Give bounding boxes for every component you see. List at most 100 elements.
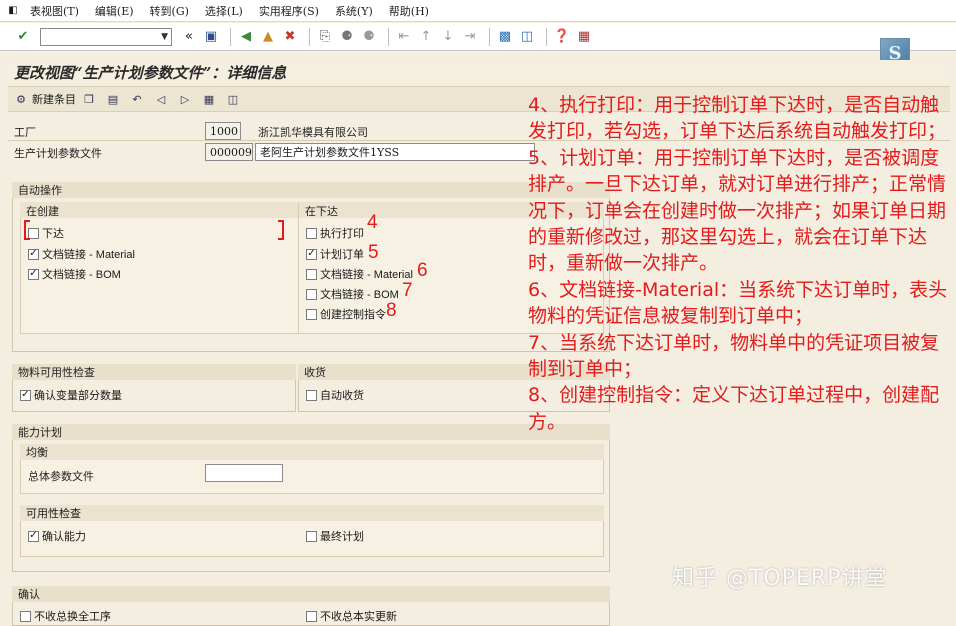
- doc-link-material-create-box[interactable]: ✓: [28, 248, 39, 260]
- doc-link-material-release-box[interactable]: [306, 268, 317, 280]
- dropdown-icon[interactable]: ▼: [161, 32, 168, 42]
- watermark: 知乎 @TOPERP讲堂: [672, 566, 888, 591]
- auto-operations-title: 自动操作: [12, 182, 610, 198]
- next-page-icon[interactable]: ↓: [439, 28, 457, 46]
- profile-description-field[interactable]: 老阿生产计划参数文件1YSS: [255, 143, 535, 161]
- confirm-variable-qty-label: 确认变量部分数量: [34, 389, 122, 402]
- system-menu-icon[interactable]: ◧: [6, 5, 20, 17]
- availability-check-title: 可用性检查: [20, 505, 604, 521]
- confirm-capacity-checkbox[interactable]: ✓ 确认能力: [28, 528, 86, 544]
- finite-scheduling-checkbox[interactable]: 最终计划: [306, 528, 364, 544]
- finite-scheduling-label: 最终计划: [320, 530, 364, 543]
- finite-scheduling-box[interactable]: [306, 530, 317, 542]
- schedule-order-box[interactable]: ✓: [306, 248, 317, 260]
- highlight-bracket-left: [24, 220, 30, 240]
- print-on-release-checkbox[interactable]: 执行打印: [306, 225, 364, 241]
- confirm-capacity-box[interactable]: ✓: [28, 530, 39, 542]
- cancel-icon[interactable]: ✖: [281, 28, 299, 46]
- check-icon[interactable]: ✔: [14, 28, 32, 46]
- confirmation-option-1-box[interactable]: [20, 610, 31, 622]
- release-label: 下达: [42, 227, 64, 240]
- prev-page-icon[interactable]: ↑: [417, 28, 435, 46]
- menu-edit[interactable]: 编辑(E): [95, 3, 134, 19]
- confirmation-option-1-checkbox[interactable]: 不收总换全工序: [20, 608, 111, 624]
- confirm-variable-qty-box[interactable]: ✓: [20, 389, 31, 401]
- select-all-button[interactable]: ▦: [202, 90, 220, 108]
- menu-system[interactable]: 系统(Y): [335, 3, 373, 19]
- last-page-icon[interactable]: ⇥: [461, 28, 479, 46]
- profile-field[interactable]: 000009: [205, 143, 253, 161]
- shortcut-icon[interactable]: ◫: [518, 28, 536, 46]
- previous-entry-button[interactable]: ◁: [154, 90, 172, 108]
- menu-utilities[interactable]: 实用程序(S): [259, 3, 319, 19]
- toolbar-separator: [388, 27, 389, 46]
- plant-label: 工厂: [14, 126, 36, 139]
- new-entry-button[interactable]: ⚙ 新建条目: [14, 90, 76, 108]
- delete-icon: ▤: [107, 92, 119, 106]
- menu-help[interactable]: 帮助(H): [389, 3, 429, 19]
- confirmation-option-2-checkbox[interactable]: 不收总本实更新: [306, 608, 397, 624]
- annotation-6: 6、文档链接-Material：当系统下达订单时，表头物料的凭证信息被复制到订单…: [528, 278, 948, 328]
- create-control-recipe-label: 创建控制指令: [320, 308, 386, 321]
- back-icon[interactable]: ◀: [237, 28, 255, 46]
- delete-button[interactable]: ▤: [106, 90, 124, 108]
- column-divider: [298, 202, 299, 334]
- overall-profile-input[interactable]: [205, 464, 283, 482]
- doc-link-bom-create-box[interactable]: ✓: [28, 268, 39, 280]
- availability-title: 物料可用性检查: [12, 364, 296, 380]
- command-field[interactable]: ▼: [40, 27, 172, 46]
- help-icon[interactable]: ❓: [553, 28, 571, 46]
- new-session-icon[interactable]: ▩: [496, 28, 514, 46]
- back-double-icon[interactable]: «: [180, 28, 198, 46]
- annotation-panel: 4、执行打印：用于控制订单下达时，是否自动触发打印，若勾选，订单下达后系统自动触…: [528, 92, 956, 435]
- print-preview-button[interactable]: ◫: [226, 90, 244, 108]
- save-icon[interactable]: ▣: [202, 28, 220, 46]
- plant-name: 浙江凯华模具有限公司: [258, 126, 368, 139]
- capacity-planning-title: 能力计划: [12, 424, 610, 440]
- on-create-title: 在创建: [26, 205, 59, 218]
- menu-selection[interactable]: 选择(L): [205, 3, 243, 19]
- schedule-order-checkbox[interactable]: ✓ 计划订单: [306, 246, 364, 262]
- on-release-title: 在下达: [305, 205, 338, 218]
- doc-link-bom-create-checkbox[interactable]: ✓ 文档链接 - BOM: [28, 266, 121, 282]
- annotation-5: 5、计划订单：用于控制订单下达时，是否被调度排产。一旦下达订单，就对订单进行排产…: [528, 146, 947, 275]
- auto-goods-receipt-checkbox[interactable]: 自动收货: [306, 387, 364, 403]
- print-icon[interactable]: ⎘: [316, 28, 334, 46]
- find-icon[interactable]: ⚈: [338, 28, 356, 46]
- create-control-recipe-checkbox[interactable]: 创建控制指令: [306, 306, 386, 322]
- next-entry-button[interactable]: ▷: [178, 90, 196, 108]
- annotation-mark-8: 8: [386, 300, 397, 321]
- doc-link-bom-release-box[interactable]: [306, 288, 317, 300]
- schedule-order-label: 计划订单: [320, 248, 364, 261]
- plant-field[interactable]: 1000: [205, 122, 241, 140]
- exit-icon[interactable]: ▲: [259, 28, 277, 46]
- profile-label: 生产计划参数文件: [14, 147, 102, 160]
- undo-icon: ↶: [132, 92, 142, 106]
- doc-link-bom-create-label: 文档链接 - BOM: [42, 269, 121, 281]
- overall-profile-label: 总体参数文件: [28, 470, 94, 483]
- copy-as-button[interactable]: ❐: [82, 90, 100, 108]
- toolbar-separator: [309, 27, 310, 46]
- doc-link-bom-release-checkbox[interactable]: 文档链接 - BOM: [306, 286, 399, 302]
- new-entry-label: 新建条目: [32, 93, 76, 106]
- release-checkbox[interactable]: 下达: [28, 225, 64, 241]
- menu-table-view[interactable]: 表视图(T): [30, 3, 79, 19]
- confirmation-option-1-label: 不收总换全工序: [34, 610, 111, 623]
- menu-goto[interactable]: 转到(G): [150, 3, 189, 19]
- undo-button[interactable]: ↶: [130, 90, 148, 108]
- first-page-icon[interactable]: ⇤: [395, 28, 413, 46]
- highlight-bracket-right: [278, 220, 284, 240]
- doc-link-material-create-checkbox[interactable]: ✓ 文档链接 - Material: [28, 246, 135, 262]
- layout-icon[interactable]: ▦: [575, 28, 593, 46]
- create-control-recipe-box[interactable]: [306, 308, 317, 320]
- auto-goods-receipt-box[interactable]: [306, 389, 317, 401]
- find-next-icon[interactable]: ⚈: [360, 28, 378, 46]
- leveling-title: 均衡: [20, 444, 604, 460]
- auto-goods-receipt-label: 自动收货: [320, 389, 364, 402]
- doc-link-material-create-label: 文档链接 - Material: [42, 249, 135, 261]
- confirm-variable-qty-checkbox[interactable]: ✓ 确认变量部分数量: [20, 387, 122, 403]
- print-on-release-box[interactable]: [306, 227, 317, 239]
- confirmation-option-2-box[interactable]: [306, 610, 317, 622]
- doc-link-material-release-checkbox[interactable]: 文档链接 - Material: [306, 266, 413, 282]
- confirmation-title: 确认: [12, 586, 610, 602]
